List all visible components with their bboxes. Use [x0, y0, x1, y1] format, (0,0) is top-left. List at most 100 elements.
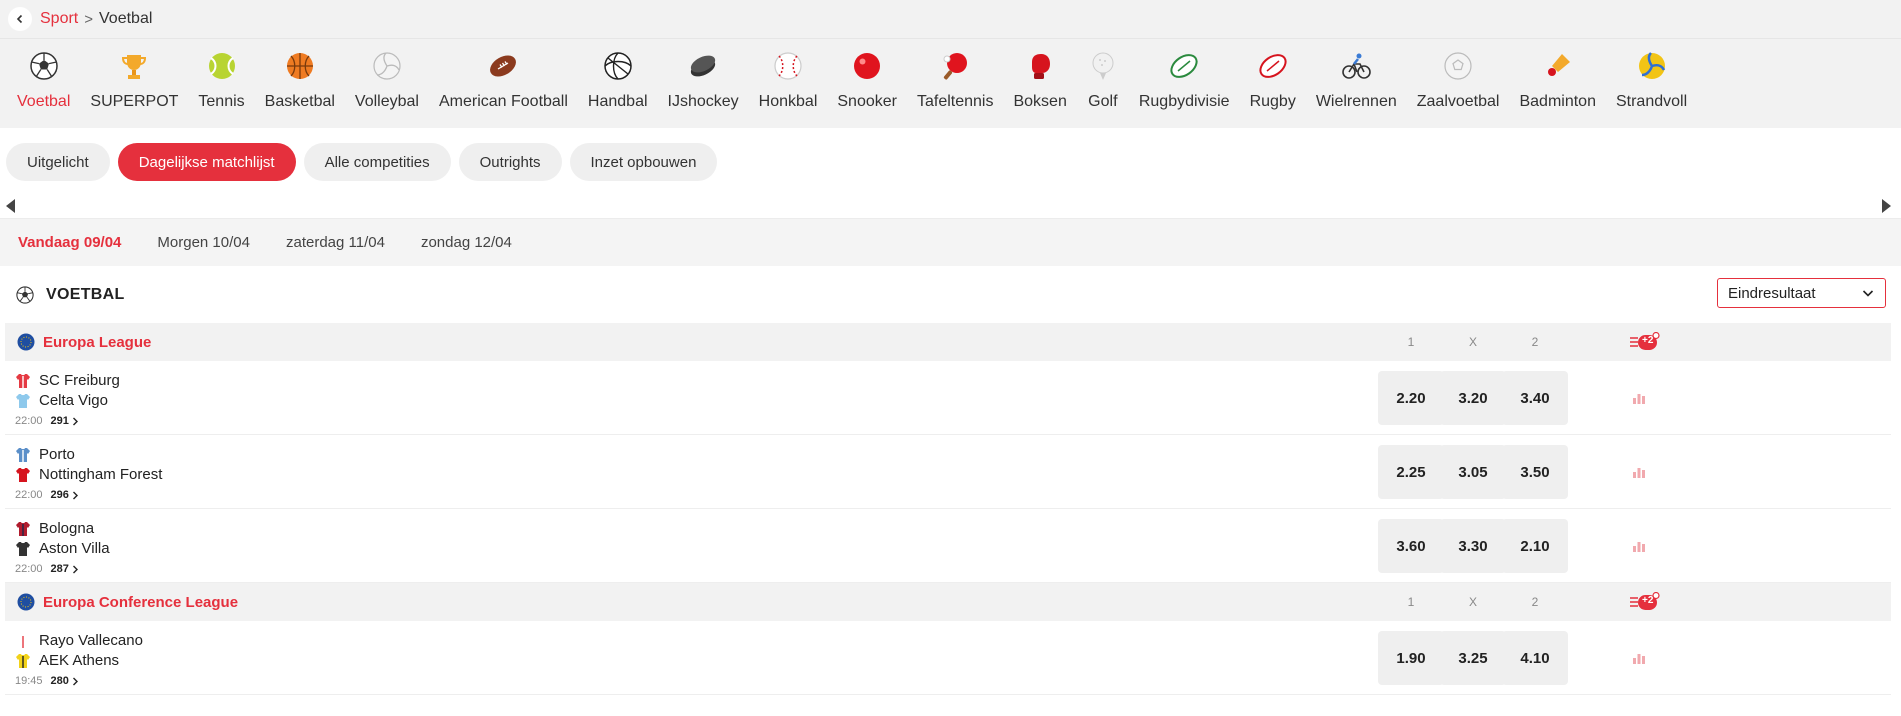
league-header[interactable]: Europa Conference League +2 1 X 2	[5, 583, 1891, 621]
markets-count-link[interactable]: 296	[51, 489, 69, 501]
match-row[interactable]: SC Freiburg Celta Vigo 22:00 291 2.20 3.20 3.4…	[5, 361, 1891, 435]
breadcrumb-separator: >	[84, 10, 94, 28]
odds-button[interactable]: 3.60	[1378, 519, 1444, 573]
cyclist-icon	[1340, 50, 1372, 82]
away-team-name: AEK Athens	[39, 652, 120, 669]
tab-dagelijkse-matchlijst[interactable]: Dagelijkse matchlijst	[117, 143, 296, 181]
beach-volleyball-icon	[1636, 50, 1668, 82]
away-team: Celta Vigo	[15, 392, 108, 409]
more-markets-count: +2	[1642, 595, 1654, 606]
away-team: Aston Villa	[15, 540, 110, 557]
away-team-name: Aston Villa	[39, 540, 110, 557]
day-tab[interactable]: zondag 12/04	[421, 234, 512, 251]
markets-count-link[interactable]: 280	[51, 675, 69, 687]
odds-button[interactable]: 3.50	[1502, 445, 1568, 499]
match-row[interactable]: Porto Nottingham Forest 22:00 296 2.25 3.05 3.…	[5, 435, 1891, 509]
match-meta: 19:45 280	[15, 675, 79, 687]
kickoff-time: 19:45	[15, 675, 43, 687]
sport-item-voetbal[interactable]: Voetbal	[17, 39, 70, 111]
sport-label: Snooker	[837, 93, 897, 110]
sport-item-american-football[interactable]: American Football	[439, 39, 568, 111]
sport-label: Volleybal	[354, 93, 419, 110]
sport-item-golf[interactable]: Golf	[1087, 39, 1119, 111]
tab-alle-competities[interactable]: Alle competities	[303, 143, 451, 181]
team-shirt-icon	[16, 653, 30, 668]
odds-button[interactable]: 2.25	[1378, 445, 1444, 499]
league-header[interactable]: Europa League +2 1 X 2	[5, 323, 1891, 361]
chevron-down-icon	[1862, 290, 1874, 297]
sport-item-wielrennen[interactable]: Wielrennen	[1316, 39, 1397, 111]
stats-icon[interactable]	[1632, 539, 1646, 557]
odds-button[interactable]: 2.20	[1378, 371, 1444, 425]
sport-label: American Football	[438, 93, 568, 110]
more-markets-count: +2	[1642, 335, 1654, 346]
tab-outrights[interactable]: Outrights	[458, 143, 562, 181]
odds-button[interactable]: 2.10	[1502, 519, 1568, 573]
home-team: Rayo Vallecano	[15, 632, 143, 649]
team-shirt-icon	[16, 467, 30, 482]
soccer-ball-icon	[16, 285, 34, 304]
odds-button[interactable]: 3.20	[1440, 371, 1506, 425]
eu-flag-icon	[17, 333, 35, 351]
odds-column-header: X	[1468, 335, 1477, 349]
stats-icon[interactable]	[1632, 651, 1646, 669]
scroll-left-arrow-icon[interactable]	[6, 199, 15, 213]
odds-button[interactable]: 3.40	[1502, 371, 1568, 425]
more-markets-button[interactable]: +2	[1629, 591, 1661, 612]
odds-column-header: 2	[1531, 335, 1539, 349]
sport-item-volleybal[interactable]: Volleybal	[355, 39, 419, 111]
sport-item-zaalvoetbal[interactable]: Zaalvoetbal	[1416, 39, 1500, 111]
markets-count-link[interactable]: 291	[51, 415, 69, 427]
chevron-right-icon	[72, 417, 78, 425]
sport-label: Basketbal	[264, 93, 335, 110]
odds-button[interactable]: 3.25	[1440, 631, 1506, 685]
tab-inzet-opbouwen[interactable]: Inzet opbouwen	[569, 143, 718, 181]
sport-item-rugbydivisie[interactable]: Rugbydivisie	[1139, 39, 1230, 111]
day-tab[interactable]: zaterdag 11/04	[286, 234, 385, 251]
sport-item-tennis[interactable]: Tennis	[198, 39, 245, 111]
breadcrumb-sport-link[interactable]: Sport	[40, 10, 78, 28]
stats-icon[interactable]	[1632, 465, 1646, 483]
sport-item-handbal[interactable]: Handbal	[588, 39, 648, 111]
snooker-ball-icon	[851, 50, 883, 82]
match-row[interactable]: Rayo Vallecano AEK Athens 19:45 280 1.90 3.25…	[5, 621, 1891, 695]
tennis-ball-icon	[206, 50, 238, 82]
sport-item-badminton[interactable]: Badminton	[1519, 39, 1596, 111]
sport-item-ijshockey[interactable]: IJshockey	[668, 39, 739, 111]
sport-item-superpot[interactable]: SUPERPOT	[90, 39, 178, 111]
sport-label: Honkbal	[758, 93, 818, 110]
markets-count-link[interactable]: 287	[51, 563, 69, 575]
kickoff-time: 22:00	[15, 489, 43, 501]
sport-item-rugby[interactable]: Rugby	[1250, 39, 1296, 111]
scroll-right-arrow-icon[interactable]	[1882, 199, 1891, 213]
odds-button[interactable]: 3.05	[1440, 445, 1506, 499]
sport-item-snooker[interactable]: Snooker	[837, 39, 897, 111]
day-tab[interactable]: Vandaag 09/04	[18, 234, 121, 251]
sport-item-basketbal[interactable]: Basketbal	[265, 39, 335, 111]
sport-label: Tafeltennis	[916, 93, 994, 110]
chevron-left-icon	[16, 14, 23, 24]
match-row[interactable]: Bologna Aston Villa 22:00 287 3.60 3.30 2.10	[5, 509, 1891, 583]
tab-uitgelicht[interactable]: Uitgelicht	[6, 143, 110, 181]
sport-item-honkbal[interactable]: Honkbal	[758, 39, 818, 111]
sport-item-boksen[interactable]: Boksen	[1013, 39, 1067, 111]
away-team: Nottingham Forest	[15, 466, 162, 483]
market-dropdown[interactable]: Eindresultaat	[1717, 278, 1886, 308]
stats-icon[interactable]	[1632, 391, 1646, 409]
away-team: AEK Athens	[15, 652, 119, 669]
sport-label: Zaalvoetbal	[1416, 93, 1500, 110]
day-tab[interactable]: Morgen 10/04	[157, 234, 250, 251]
rugby-ball-icon	[1168, 50, 1200, 82]
odds-button[interactable]: 1.90	[1378, 631, 1444, 685]
shuttlecock-icon	[1542, 50, 1574, 82]
odds-button[interactable]: 4.10	[1502, 631, 1568, 685]
more-markets-button[interactable]: +2	[1629, 331, 1661, 352]
league-name[interactable]: Europa League	[43, 334, 151, 351]
team-shirt-icon	[16, 541, 30, 556]
odds-button[interactable]: 3.30	[1440, 519, 1506, 573]
sport-item-strandvoll[interactable]: Strandvoll	[1616, 39, 1687, 111]
back-button[interactable]	[8, 7, 32, 31]
league-name[interactable]: Europa Conference League	[43, 594, 238, 611]
sport-item-tafeltennis[interactable]: Tafeltennis	[916, 39, 994, 111]
home-team-name: SC Freiburg	[39, 372, 120, 389]
